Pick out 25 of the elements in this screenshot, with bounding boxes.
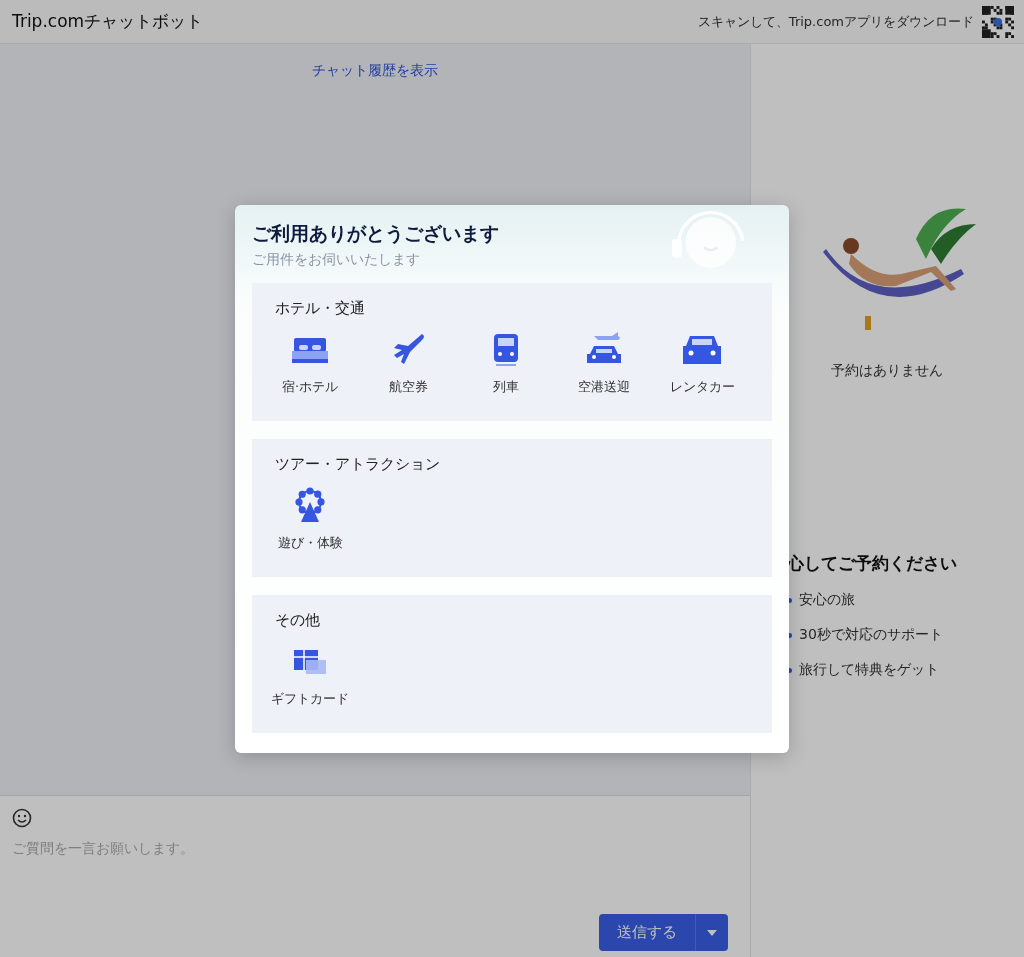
category-item[interactable]: 遊び・体験: [261, 485, 359, 552]
chat-history-link[interactable]: チャット履歴を表示: [312, 62, 438, 82]
message-input[interactable]: ご質問を一言お願いします。: [12, 840, 738, 856]
smiley-icon[interactable]: [12, 808, 32, 828]
download-prompt: スキャンして、Trip.comアプリをダウンロード: [697, 12, 974, 31]
section-title: ホテル・交通: [275, 298, 366, 318]
app-title: Trip.comチャットボット: [12, 10, 204, 33]
section-title: ツアー・アトラクション: [275, 454, 441, 474]
dialog-title: ご利用ありがとうございます: [252, 220, 500, 246]
category-item[interactable]: 航空券: [359, 329, 457, 396]
send-button[interactable]: 送信する: [599, 914, 696, 951]
category-item[interactable]: 宿·ホテル: [261, 329, 359, 396]
promo-point: 安心の旅: [799, 591, 855, 609]
promo-point: 30秒で対応のサポート: [799, 626, 943, 644]
category-item[interactable]: 空港送迎: [555, 329, 653, 396]
promo-point: 旅行して特典をゲット: [799, 661, 939, 679]
caret-icon: [707, 929, 717, 936]
no-bookings-text: 予約はありません: [831, 362, 944, 380]
dialog-subtitle: ご用件をお伺いいたします: [252, 250, 421, 269]
category-item[interactable]: ギフトカード: [261, 641, 359, 708]
category-item[interactable]: レンタカー: [653, 329, 751, 396]
category-item[interactable]: 列車: [457, 329, 555, 396]
qr-code: [982, 5, 1014, 38]
send-options-button[interactable]: [696, 914, 728, 951]
section-title: その他: [275, 610, 321, 630]
